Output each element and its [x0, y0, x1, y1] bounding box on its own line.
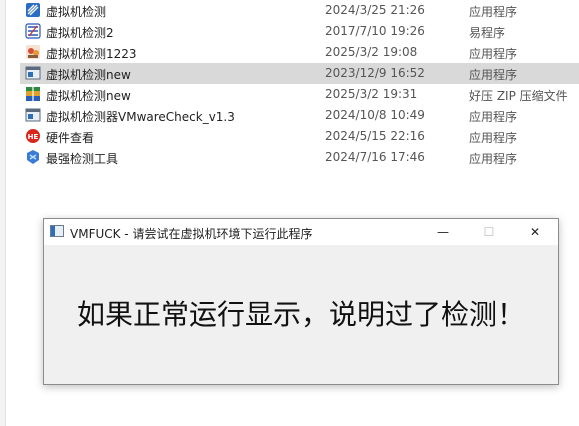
file-date: 2023/12/9 16:52	[325, 66, 425, 80]
file-row[interactable]: HE 硬件查看 2024/5/15 22:16 应用程序	[20, 126, 579, 147]
file-name: 虚拟机检测器VMwareCheck_v1.3	[46, 110, 235, 124]
file-row[interactable]: 虚拟机检测1223 2025/3/2 19:08 应用程序	[20, 42, 579, 63]
file-row[interactable]: 虚拟机检测new 2025/3/2 19:31 好压 ZIP 压缩文件	[20, 84, 579, 105]
hardware-info-icon: HE	[25, 128, 41, 144]
dialog-title-bar[interactable]: VMFUCK - 请尝试在虚拟机环境下运行此程序 — ☐ ✕	[44, 219, 558, 245]
close-icon: ✕	[529, 225, 541, 239]
file-date: 2024/10/8 10:49	[325, 108, 425, 122]
file-type: 应用程序	[469, 110, 518, 124]
file-row-selected[interactable]: 虚拟机检测new 2023/12/9 16:52 应用程序	[20, 63, 579, 84]
file-name: 虚拟机检测2	[46, 26, 114, 40]
close-button[interactable]: ✕	[512, 219, 558, 245]
file-row[interactable]: 虚拟机检测2 2017/7/10 19:26 易程序	[20, 21, 579, 42]
file-date: 2017/7/10 19:26	[325, 24, 425, 38]
easy-language-icon	[25, 23, 41, 39]
file-date: 2024/3/25 21:26	[325, 3, 425, 17]
file-name: 硬件查看	[46, 131, 95, 145]
file-row[interactable]: 虚拟机检测器VMwareCheck_v1.3 2024/10/8 10:49 应…	[20, 105, 579, 126]
svg-text:HE: HE	[28, 133, 39, 141]
blue-tool-icon	[25, 149, 41, 165]
window-app-icon	[25, 65, 41, 81]
file-type: 应用程序	[469, 131, 518, 145]
file-date: 2025/3/2 19:08	[325, 45, 418, 59]
file-name: 虚拟机检测	[46, 5, 107, 19]
file-name: 虚拟机检测new	[46, 89, 131, 103]
file-date: 2024/7/16 17:46	[325, 150, 425, 164]
minimize-icon: —	[437, 225, 449, 239]
file-type: 好压 ZIP 压缩文件	[469, 89, 568, 103]
maximize-icon: ☐	[483, 225, 495, 239]
app-window-icon	[50, 225, 64, 237]
file-name: 最强检测工具	[46, 152, 119, 166]
file-row[interactable]: 最强检测工具 2024/7/16 17:46 应用程序	[20, 147, 579, 168]
maximize-button[interactable]: ☐	[466, 219, 512, 245]
zip-archive-icon	[25, 86, 41, 102]
image-app-icon	[25, 44, 41, 60]
minimize-button[interactable]: —	[420, 219, 466, 245]
file-type: 应用程序	[469, 5, 518, 19]
file-type: 应用程序	[469, 152, 518, 166]
dialog-title: VMFUCK - 请尝试在虚拟机环境下运行此程序	[70, 227, 313, 241]
vmfuck-dialog-window: VMFUCK - 请尝试在虚拟机环境下运行此程序 — ☐ ✕ 如果正常运行显示，…	[43, 218, 559, 385]
file-type: 应用程序	[469, 68, 518, 82]
file-date: 2025/3/2 19:31	[325, 87, 418, 101]
window-app-icon	[25, 107, 41, 123]
file-date: 2024/5/15 22:16	[325, 129, 425, 143]
file-type: 应用程序	[469, 47, 518, 61]
file-row[interactable]: 虚拟机检测 2024/3/25 21:26 应用程序	[20, 0, 579, 21]
file-name: 虚拟机检测1223	[46, 47, 137, 61]
navigation-pane-edge	[0, 0, 6, 426]
file-type: 易程序	[469, 26, 506, 40]
detection-message: 如果正常运行显示，说明过了检测！	[76, 298, 525, 331]
file-name: 虚拟机检测new	[46, 68, 131, 82]
app-blue-icon	[25, 2, 41, 18]
